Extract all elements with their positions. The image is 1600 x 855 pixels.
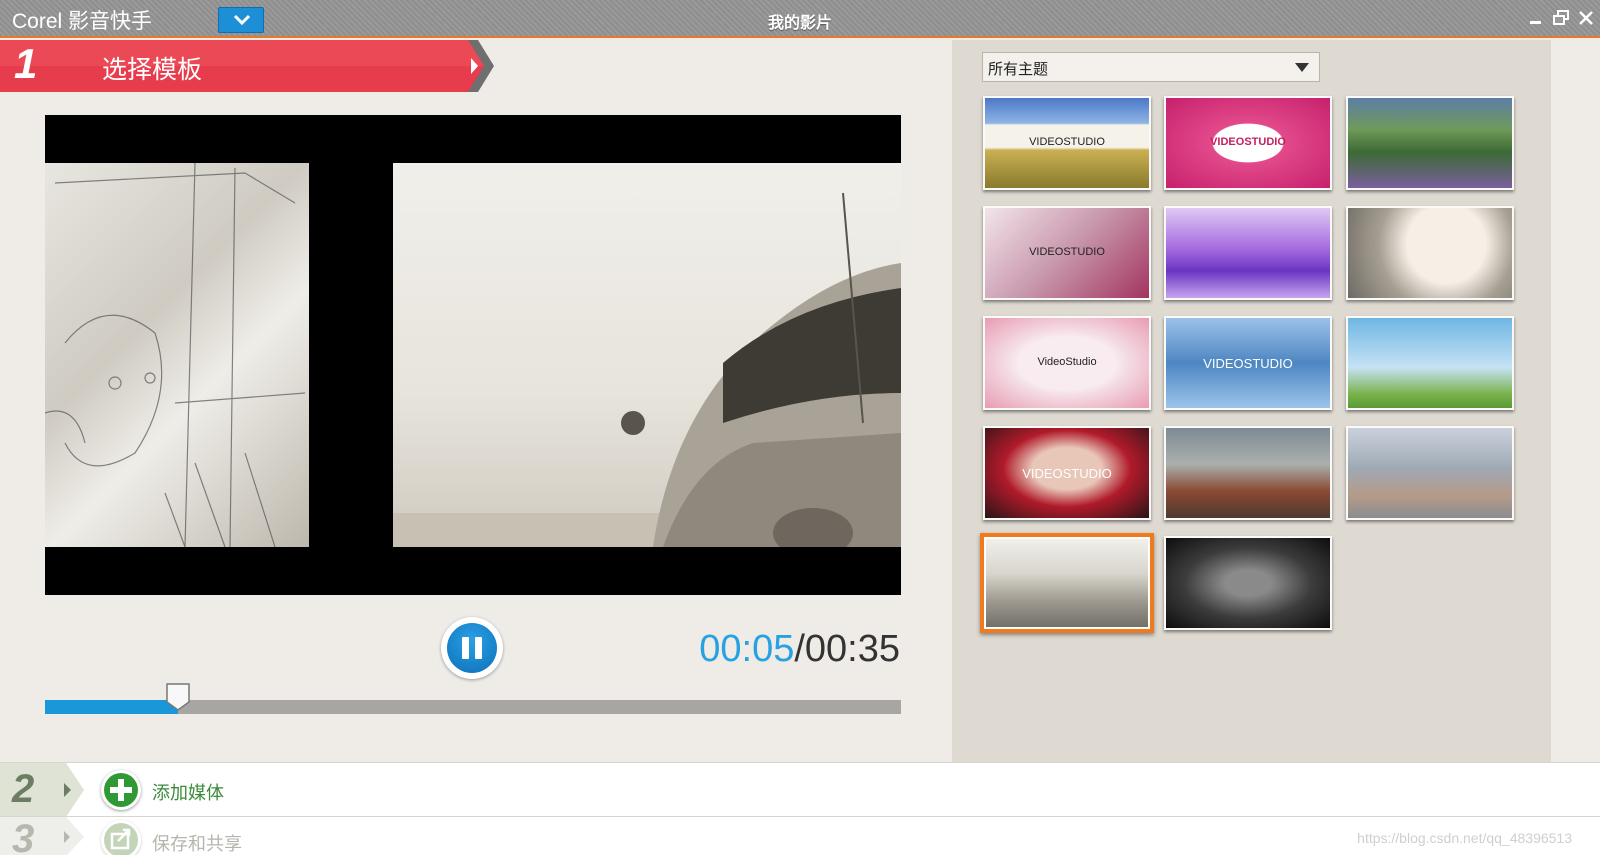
template-thumbnail[interactable]: VIDEOSTUDIO [983,426,1151,520]
plus-icon [104,773,138,807]
save-share-label[interactable]: 保存和共享 [152,830,242,855]
template-thumbnail[interactable] [980,533,1154,633]
template-thumbnail[interactable]: VIDEOSTUDIO [983,96,1151,190]
save-share-button[interactable] [101,820,141,855]
template-thumbnail[interactable] [1346,316,1514,410]
template-label: VideoStudio [1037,356,1097,368]
pause-icon [447,623,497,673]
template-thumbnail[interactable] [1346,206,1514,300]
template-thumbnail[interactable]: VideoStudio [983,316,1151,410]
template-thumbnail[interactable] [1346,96,1514,190]
add-media-button[interactable] [101,770,141,810]
template-label: VIDEOSTUDIO [1210,136,1286,148]
close-icon [1579,11,1593,25]
minimize-icon [1530,21,1541,24]
window-title: 我的影片 [767,13,832,32]
template-label: VIDEOSTUDIO [1029,246,1105,258]
step3-number: 3 [12,817,35,855]
dropdown-arrow-icon [1295,63,1309,72]
watermark: https://blog.csdn.net/qq_48396513 [1357,830,1572,846]
template-thumbnail[interactable]: VIDEOSTUDIO [983,206,1151,300]
progress-fill [45,700,178,714]
theme-filter-select[interactable]: 所有主题 [982,52,1320,82]
restore-button[interactable] [1552,9,1570,27]
restore-icon [1553,10,1569,25]
template-thumbnail[interactable] [1164,426,1332,520]
time-display: 00:05/00:35 [699,628,900,671]
step1-banner [0,40,494,92]
template-thumbnail[interactable]: VIDEOSTUDIO [1164,96,1332,190]
template-thumbnail[interactable] [1164,206,1332,300]
template-thumbnail[interactable]: VIDEOSTUDIO [1164,316,1332,410]
pause-button[interactable] [441,617,503,679]
time-separator: / [794,628,805,670]
share-icon [104,823,138,855]
preview-sketch-image [45,163,309,547]
template-label: VIDEOSTUDIO [1029,136,1105,148]
step1-number: 1 [14,40,38,87]
theme-filter-value: 所有主题 [988,60,1049,78]
playback-progress-bar[interactable] [45,683,901,714]
add-media-label[interactable]: 添加媒体 [152,779,224,805]
preview-van-image [393,163,901,547]
step2-number: 2 [12,767,35,811]
step2-row[interactable]: 2 添加媒体 [0,762,1600,817]
template-label: VIDEOSTUDIO [1022,466,1112,481]
step1-title: 选择模板 [102,55,203,84]
video-preview[interactable] [45,115,901,595]
current-time: 00:05 [699,628,795,670]
template-thumbnail[interactable] [1164,536,1332,630]
total-time: 00:35 [804,628,900,670]
title-bar: Corel 影音快手 我的影片 [0,0,1600,38]
progress-thumb[interactable] [165,682,191,712]
template-thumbnail[interactable] [1346,426,1514,520]
close-button[interactable] [1577,9,1595,27]
template-label: VIDEOSTUDIO [1203,356,1293,371]
minimize-button[interactable] [1527,9,1545,27]
step1-header: 1 选择模板 [0,40,494,92]
